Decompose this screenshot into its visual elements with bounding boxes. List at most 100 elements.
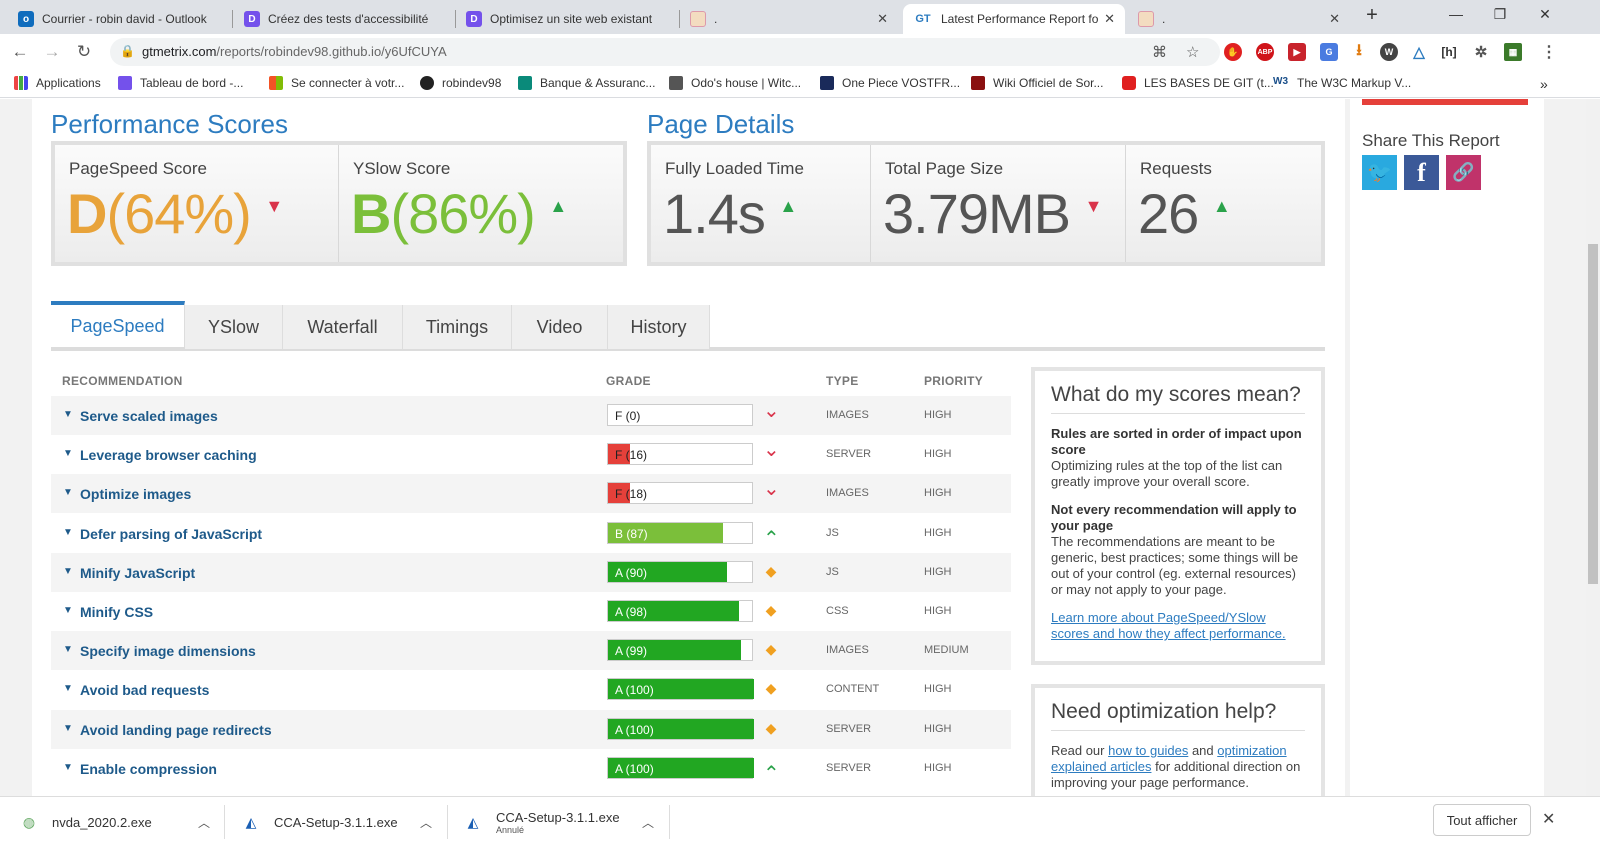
recommendation-name[interactable]: Defer parsing of JavaScript	[80, 526, 262, 542]
show-all-downloads-button[interactable]: Tout afficher	[1433, 804, 1531, 836]
grade-label: A (98)	[615, 605, 648, 619]
recommendation-name[interactable]: Serve scaled images	[80, 408, 218, 424]
close-window-button[interactable]: ✕	[1535, 6, 1555, 23]
recommendation-name[interactable]: Avoid bad requests	[80, 682, 209, 698]
expand-caret-icon[interactable]: ▼	[63, 527, 73, 538]
table-row[interactable]: ▼ Specify image dimensions A (99) ◆ IMAGES ME…	[51, 631, 1011, 671]
bookmark-microsoft[interactable]: Se connecter à votr...	[269, 76, 404, 90]
trend-unchanged-icon: ◆	[765, 719, 777, 736]
browser-tab-blank-1[interactable]: . ✕	[680, 4, 898, 34]
expand-caret-icon[interactable]: ▼	[63, 605, 73, 616]
recommendation-priority: MEDIUM	[924, 644, 969, 657]
table-row[interactable]: ▼ Leverage browser caching F (16) ⌄ SERVER HI…	[51, 435, 1011, 474]
wappalyzer-icon[interactable]: W	[1380, 43, 1398, 61]
page-scrollbar[interactable]	[1586, 99, 1600, 796]
download-item-cca-1[interactable]: ◭ CCA-Setup-3.1.1.exe ︿	[242, 797, 442, 847]
scrollbar-thumb[interactable]	[1588, 244, 1598, 584]
translate-icon[interactable]: ⌘	[1152, 43, 1167, 61]
close-tab-icon[interactable]: ✕	[1104, 11, 1115, 27]
table-row[interactable]: ▼ Defer parsing of JavaScript B (87) ⌃ JS HIG…	[51, 514, 1011, 553]
recommendation-name[interactable]: Minify CSS	[80, 604, 153, 620]
chevron-up-icon[interactable]: ︿	[642, 814, 654, 831]
recommendation-type: JS	[826, 526, 839, 539]
expand-caret-icon[interactable]: ▼	[63, 762, 73, 773]
minimize-button[interactable]: —	[1446, 6, 1466, 22]
close-download-bar-icon[interactable]: ✕	[1542, 809, 1555, 829]
headings-icon[interactable]: [h]	[1440, 43, 1458, 61]
expand-caret-icon[interactable]: ▼	[63, 644, 73, 655]
table-row[interactable]: ▼ Enable compression A (100) ⌃ SERVER HIGH	[51, 749, 1011, 788]
bookmark-onepiece[interactable]: One Piece VOSTFR...	[820, 76, 960, 90]
tab-timings[interactable]: Timings	[403, 305, 512, 349]
browser-tab-gtmetrix[interactable]: GT Latest Performance Report for ✕	[903, 4, 1125, 34]
recommendation-priority: HIGH	[924, 605, 952, 617]
bookmark-applications[interactable]: Applications	[14, 76, 101, 90]
table-row[interactable]: ▼ Avoid bad requests A (100) ◆ CONTENT HIGH	[51, 670, 1011, 709]
new-tab-button[interactable]: +	[1362, 4, 1382, 27]
recommendation-name[interactable]: Minify JavaScript	[80, 565, 195, 581]
chevron-up-icon[interactable]: ︿	[420, 814, 432, 831]
back-arrow-icon[interactable]: ←	[8, 40, 32, 64]
more-bookmarks-button[interactable]: »	[1540, 76, 1548, 92]
browser-tab-outlook[interactable]: o Courrier - robin david - Outlook	[8, 4, 230, 34]
tab-yslow[interactable]: YSlow	[185, 305, 283, 349]
profile-avatar[interactable]: ▦	[1504, 43, 1522, 61]
expand-caret-icon[interactable]: ▼	[63, 487, 73, 498]
score-value: B(86%) ▲	[351, 182, 567, 245]
abp-icon[interactable]: ABP	[1256, 43, 1274, 61]
table-row[interactable]: ▼ Minify JavaScript A (90) ◆ JS HIGH	[51, 552, 1011, 592]
download-item-cca-2[interactable]: ◭ CCA-Setup-3.1.1.exe Annulé ︿	[464, 797, 664, 847]
close-tab-icon[interactable]: ✕	[1329, 11, 1340, 27]
tab-history[interactable]: History	[608, 305, 710, 349]
menu-dots-icon[interactable]: ⋮	[1540, 43, 1558, 61]
bookmark-bank[interactable]: Banque & Assuranc...	[518, 76, 655, 90]
link-share-button[interactable]: 🔗	[1446, 155, 1481, 190]
bookmark-wiki[interactable]: Wiki Officiel de Sor...	[971, 76, 1103, 90]
bookmark-witcher[interactable]: Odo's house | Witc...	[669, 76, 801, 90]
recommendation-name[interactable]: Enable compression	[80, 761, 217, 777]
recommendation-name[interactable]: Avoid landing page redirects	[80, 722, 272, 738]
bookmark-star-icon[interactable]: ☆	[1186, 43, 1199, 61]
download-icon[interactable]: ⭳	[1350, 42, 1368, 61]
how-to-guides-link[interactable]: how to guides	[1108, 743, 1188, 758]
recommendation-name[interactable]: Leverage browser caching	[80, 447, 257, 463]
browser-tab-optimize[interactable]: D Optimisez un site web existant	[456, 4, 678, 34]
bookmark-git[interactable]: LES BASES DE GIT (t...	[1122, 76, 1274, 90]
expand-caret-icon[interactable]: ▼	[63, 566, 73, 577]
browser-tab-accessibility[interactable]: D Créez des tests d'accessibilité	[234, 4, 452, 34]
maximize-button[interactable]: ❐	[1490, 6, 1510, 23]
chevron-up-icon[interactable]: ︿	[198, 814, 210, 831]
download-item-nvda[interactable]: ◍ nvda_2020.2.exe ︿	[20, 797, 220, 847]
tab-waterfall[interactable]: Waterfall	[283, 305, 403, 349]
reload-icon[interactable]: ↻	[72, 40, 96, 64]
bookmark-dashboard[interactable]: Tableau de bord -...	[118, 76, 243, 90]
learn-more-link[interactable]: Learn more about PageSpeed/YSlow scores …	[1051, 610, 1305, 642]
twitter-share-button[interactable]: 🐦	[1362, 155, 1397, 190]
trend-down-icon: ⌄	[763, 439, 780, 462]
facebook-share-button[interactable]: f	[1404, 155, 1439, 190]
recommendation-name[interactable]: Optimize images	[80, 486, 191, 502]
table-row[interactable]: ▼ Optimize images F (18) ⌄ IMAGES HIGH	[51, 474, 1011, 514]
expand-caret-icon[interactable]: ▼	[63, 683, 73, 694]
wave-icon[interactable]: △	[1410, 43, 1428, 61]
browser-tab-blank-2[interactable]: . ✕	[1128, 4, 1350, 34]
table-row[interactable]: ▼ Serve scaled images F (0) ⌄ IMAGES HIGH	[51, 396, 1011, 435]
address-bar[interactable]: 🔒 gtmetrix.com/reports/robindev98.github…	[110, 38, 1220, 66]
tab-pagespeed[interactable]: PageSpeed	[51, 301, 185, 347]
extensions-puzzle-icon[interactable]: ✲	[1472, 43, 1490, 61]
expand-caret-icon[interactable]: ▼	[63, 723, 73, 734]
recommendation-name[interactable]: Specify image dimensions	[80, 643, 256, 659]
bookmark-w3c[interactable]: W3 The W3C Markup V...	[1273, 76, 1411, 90]
media-icon[interactable]: ▶	[1288, 43, 1306, 61]
expand-caret-icon[interactable]: ▼	[63, 409, 73, 420]
download-filename: nvda_2020.2.exe	[52, 814, 152, 830]
table-row[interactable]: ▼ Minify CSS A (98) ◆ CSS HIGH	[51, 592, 1011, 631]
table-row[interactable]: ▼ Avoid landing page redirects A (100) ◆ SER…	[51, 709, 1011, 749]
translate-ext-icon[interactable]: G	[1320, 43, 1338, 61]
adblock-icon[interactable]: ✋	[1224, 43, 1242, 61]
bookmark-github[interactable]: robindev98	[420, 76, 501, 90]
expand-caret-icon[interactable]: ▼	[63, 448, 73, 459]
tab-video[interactable]: Video	[512, 305, 608, 349]
close-tab-icon[interactable]: ✕	[877, 11, 888, 27]
forward-arrow-icon[interactable]: →	[40, 40, 64, 64]
